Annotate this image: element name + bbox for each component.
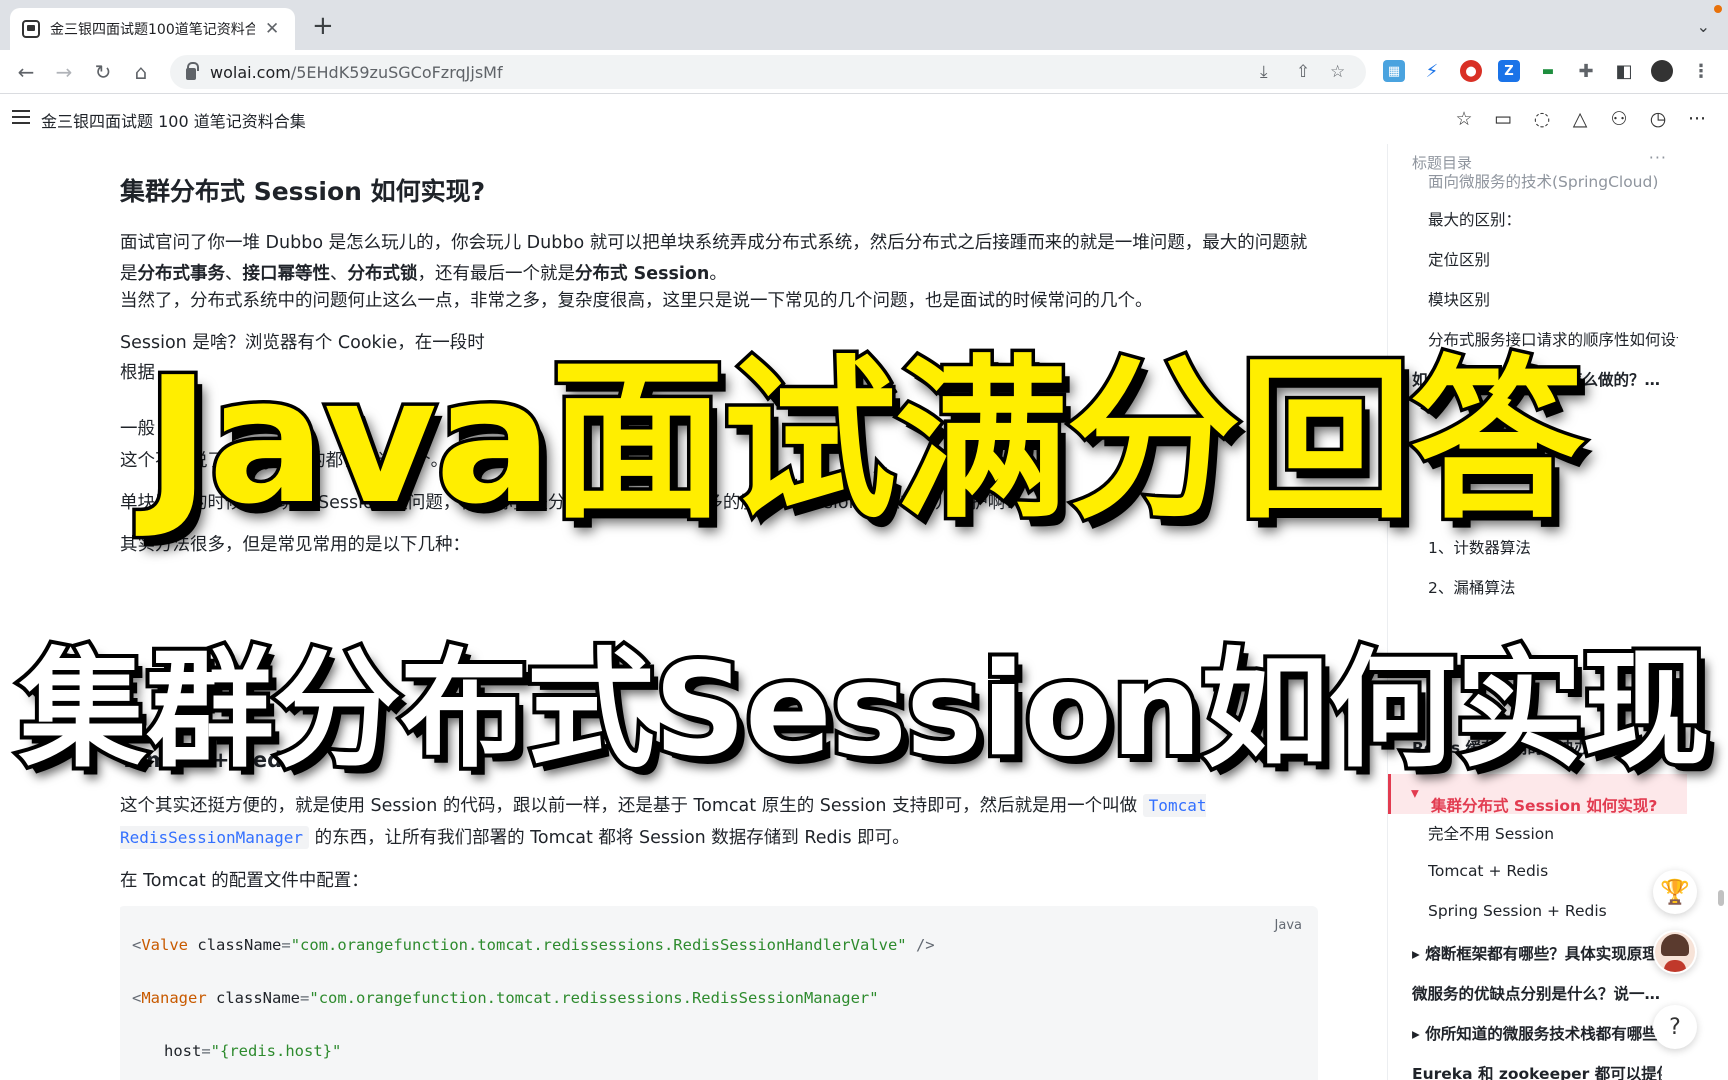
install-icon[interactable]: ⤓ xyxy=(1260,62,1268,82)
outline-item[interactable]: 面向微服务的技术(SpringCloud) xyxy=(1428,170,1678,192)
outline-item[interactable]: 如何限流？在工作中是怎么做的？… xyxy=(1412,368,1662,390)
assistant-avatar-button[interactable] xyxy=(1653,930,1697,974)
document-body: 集群分布式 Session 如何实现? ⁚⁚ 面试官问了你一堆 Dubbo 是怎… xyxy=(120,144,1320,1080)
outline-item-active[interactable]: ▾ 集群分布式 Session 如何实现? xyxy=(1388,774,1687,815)
puzzle-icon[interactable]: ✚ xyxy=(1575,60,1597,82)
trophy-button[interactable]: 🏆 xyxy=(1653,870,1697,914)
paragraph-distributed: 单块系统的时候这么玩儿 Session 没问题，但是你要是分布式系统呢，那么多的… xyxy=(120,493,1023,513)
new-tab-button[interactable]: + xyxy=(312,13,334,39)
forward-icon[interactable]: → xyxy=(50,58,78,86)
home-icon[interactable]: ⌂ xyxy=(127,58,155,86)
help-icon: ? xyxy=(1669,1014,1681,1040)
present-icon[interactable]: ▭ xyxy=(1490,106,1516,132)
outline-item[interactable]: 完全不用 Session xyxy=(1428,822,1678,844)
lock-icon xyxy=(186,62,199,80)
address-bar[interactable]: wolai.com/5EHdK59zuSGCoFzrqJjsMf ⤓ ⇧ ☆ xyxy=(170,55,1366,89)
wolai-favicon-icon xyxy=(22,20,40,38)
outline-item[interactable]: Eureka 和 zookeeper 都可以提供… xyxy=(1412,1062,1662,1080)
paragraph-problems: 当然了，分布式系统中的问题何止这么一点，非常之多，复杂度很高，这里只是说一下常见… xyxy=(120,291,1153,311)
outline-item[interactable]: 最大的区别： xyxy=(1428,208,1678,230)
star-icon[interactable]: ☆ xyxy=(1451,106,1477,132)
doc-title[interactable]: 金三银四面试题 100 道笔记资料合集 xyxy=(41,108,306,132)
paragraph-methods: 其实方法很多，但是常见常用的是以下几种： xyxy=(120,535,470,555)
tab-close-icon[interactable]: ✕ xyxy=(265,19,279,39)
paragraph-fragment: 根据 xyxy=(120,363,155,383)
outline-panel: 标题目录 ··· 面向微服务的技术(SpringCloud) 最大的区别： 定位… xyxy=(1387,144,1687,1080)
menu-icon[interactable] xyxy=(12,110,30,124)
subheading-tomcat-redis: Tomcat + Redis xyxy=(120,748,302,772)
share-icon[interactable]: ⇧ xyxy=(1296,62,1310,82)
code-line: <Valve className="com.orangefunction.tom… xyxy=(132,936,935,954)
outline-item[interactable]: 2、漏桶算法 xyxy=(1428,576,1678,598)
back-icon[interactable]: ← xyxy=(12,58,40,86)
code-block[interactable]: Java <Valve className="com.orangefunctio… xyxy=(120,906,1318,1080)
paragraph-java: 这个不多说了，懂 Java 的都该知道这个。 xyxy=(120,451,449,471)
doc-header: 金三银四面试题 100 道笔记资料合集 ☆ ▭ ◌ △ ⚇ ◷ ··· xyxy=(0,94,1728,144)
tab-search-chevron-icon[interactable]: ⌄ xyxy=(1697,17,1710,36)
outline-item[interactable]: Tomcat + Redis xyxy=(1428,862,1678,880)
outline-item[interactable]: 模块区别 xyxy=(1428,288,1678,310)
outline-item[interactable]: ▸ 你所知道的微服务技术栈都有哪些 xyxy=(1412,1022,1662,1044)
shield-extension-icon[interactable]: ● xyxy=(1460,60,1482,82)
outline-item[interactable]: 定位区别 xyxy=(1428,248,1678,270)
tab-title: 金三银四面试题100道笔记资料合 xyxy=(50,22,255,38)
browser-tab[interactable]: 金三银四面试题100道笔记资料合 ✕ xyxy=(10,8,295,50)
browser-tab-strip: 金三银四面试题100道笔记资料合 ✕ + ⌄ xyxy=(0,0,1728,50)
paragraph-fragment-2: 一般 xyxy=(120,419,155,439)
outline-item[interactable]: 分布式服务接口请求的顺序性如何设计… xyxy=(1428,328,1678,350)
code-line: <Manager className="com.orangefunction.t… xyxy=(132,989,879,1007)
section-heading: 集群分布式 Session 如何实现? xyxy=(120,177,486,206)
reload-icon[interactable]: ↻ xyxy=(89,58,117,86)
paragraph-config: 在 Tomcat 的配置文件中配置： xyxy=(120,871,369,891)
chrome-menu-icon[interactable]: ⋮ xyxy=(1690,60,1712,82)
share-graph-icon[interactable]: △ xyxy=(1567,106,1593,132)
flag-extension-icon[interactable]: ▬ xyxy=(1537,60,1559,82)
bolt-extension-icon[interactable]: ⚡ xyxy=(1421,60,1443,82)
browser-toolbar: ← → ↻ ⌂ wolai.com/5EHdK59zuSGCoFzrqJjsMf… xyxy=(0,50,1728,94)
outline-more-icon[interactable]: ··· xyxy=(1649,148,1667,167)
avatar xyxy=(1655,932,1695,972)
help-button[interactable]: ? xyxy=(1653,1005,1697,1049)
bookmark-star-icon[interactable]: ☆ xyxy=(1330,62,1345,82)
add-member-icon[interactable]: ⚇ xyxy=(1606,106,1632,132)
extension-icon[interactable]: ▦ xyxy=(1383,60,1405,82)
paragraph-tomcat: 这个其实还挺方便的，就是使用 Session 的代码，跟以前一样，还是基于 To… xyxy=(120,794,1207,849)
scrollbar-thumb[interactable] xyxy=(1718,890,1724,906)
trophy-icon: 🏆 xyxy=(1660,878,1690,906)
outline-item[interactable]: Spring Session + Redis xyxy=(1428,902,1678,920)
outline-item[interactable]: Redis 缓存雪崩的解决办法？ xyxy=(1412,736,1662,758)
comment-icon[interactable]: ◌ xyxy=(1529,106,1555,132)
outline-item[interactable]: 1、计数器算法 xyxy=(1428,536,1678,558)
translate-extension-icon[interactable]: Z xyxy=(1498,60,1520,82)
more-icon[interactable]: ··· xyxy=(1684,106,1710,132)
url-text: wolai.com/5EHdK59zuSGCoFzrqJjsMf xyxy=(210,62,503,82)
outline-item[interactable]: ▸ 熔断框架都有哪些？具体实现原理 xyxy=(1412,942,1662,964)
profile-avatar[interactable] xyxy=(1651,60,1673,82)
notification-dot xyxy=(1714,5,1722,13)
code-line: host="{redis.host}" xyxy=(164,1042,342,1060)
paragraph-intro: 面试官问了你一堆 Dubbo 是怎么玩儿的，你会玩儿 Dubbo 就可以把单块系… xyxy=(120,233,1308,284)
side-panel-icon[interactable]: ◧ xyxy=(1613,60,1635,82)
outline-item[interactable]: 微服务的优缺点分别是什么？说一… xyxy=(1412,982,1662,1004)
paragraph-session-cookie: Session 是啥？浏览器有个 Cookie，在一段时 xyxy=(120,333,485,353)
code-language-label[interactable]: Java xyxy=(1275,918,1302,933)
history-icon[interactable]: ◷ xyxy=(1645,106,1671,132)
